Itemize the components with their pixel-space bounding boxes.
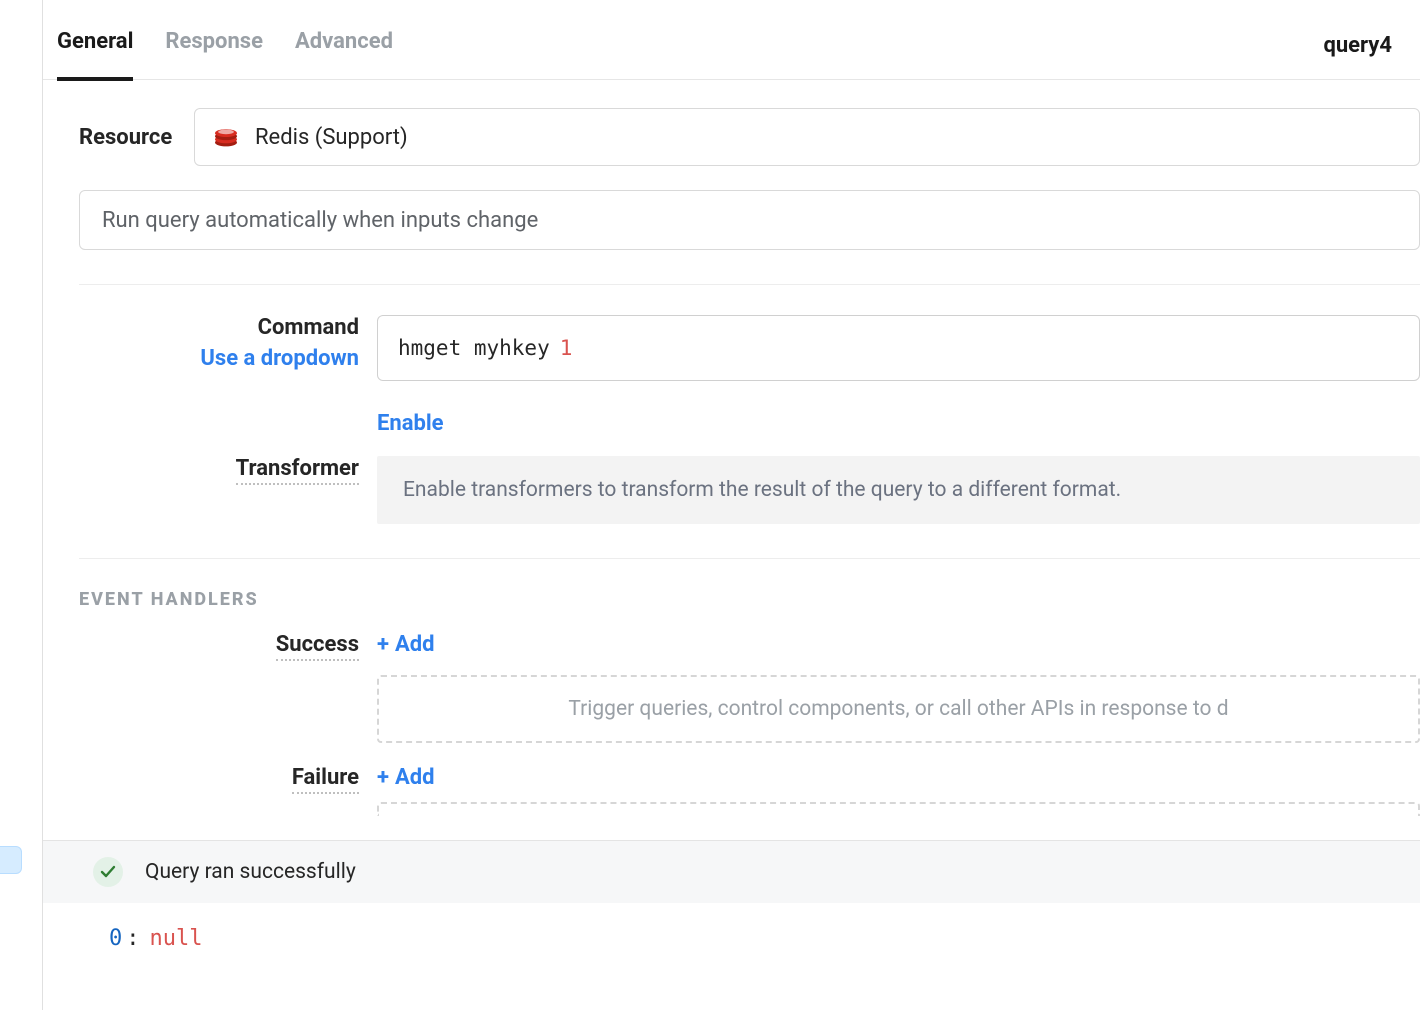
- success-row: Success + Add Trigger queries, control c…: [79, 632, 1420, 743]
- failure-row: Failure + Add: [79, 765, 1420, 816]
- command-arg: 1: [560, 336, 573, 360]
- failure-add-button[interactable]: + Add: [377, 765, 435, 790]
- failure-add-label: Add: [395, 765, 435, 790]
- command-row: Command Use a dropdown hmget myhkey 1: [79, 315, 1420, 381]
- status-message: Query ran successfully: [145, 860, 356, 884]
- run-mode-select[interactable]: Run query automatically when inputs chan…: [79, 190, 1420, 250]
- result-index: 0: [109, 926, 122, 951]
- query-name[interactable]: query4: [1323, 33, 1398, 58]
- tab-bar: General Response Advanced query4: [43, 0, 1420, 80]
- event-handlers-title: Event Handlers: [79, 589, 1420, 610]
- transformer-help: Enable transformers to transform the res…: [377, 456, 1420, 524]
- result-output: 0: null: [43, 910, 1420, 951]
- result-colon: :: [122, 926, 143, 951]
- transformer-label: Transformer: [236, 456, 359, 485]
- transformer-row: Transformer Enable Enable transformers t…: [79, 411, 1420, 524]
- failure-label: Failure: [292, 765, 359, 794]
- command-text: hmget myhkey: [398, 336, 550, 360]
- left-edge-tag: [0, 846, 22, 874]
- divider: [79, 284, 1420, 285]
- general-content: Resource Redis (: [43, 80, 1420, 816]
- transformer-enable-link[interactable]: Enable: [377, 411, 444, 436]
- tab-response[interactable]: Response: [165, 11, 279, 80]
- redis-icon: [213, 126, 239, 148]
- command-input[interactable]: hmget myhkey 1: [377, 315, 1420, 381]
- success-add-label: Add: [395, 632, 435, 657]
- command-label: Command: [79, 315, 359, 340]
- tab-advanced[interactable]: Advanced: [295, 11, 409, 80]
- failure-placeholder-stub: [377, 802, 1420, 816]
- check-icon: [93, 857, 123, 887]
- success-placeholder-text: Trigger queries, control components, or …: [568, 697, 1228, 721]
- plus-icon: +: [377, 765, 389, 790]
- use-dropdown-link[interactable]: Use a dropdown: [79, 346, 359, 371]
- success-label: Success: [276, 632, 359, 661]
- resource-label: Resource: [79, 125, 194, 150]
- success-add-button[interactable]: + Add: [377, 632, 435, 657]
- success-placeholder: Trigger queries, control components, or …: [377, 675, 1420, 743]
- status-bar: Query ran successfully: [43, 840, 1420, 903]
- run-mode-value: Run query automatically when inputs chan…: [102, 208, 538, 233]
- resource-row: Resource Redis (: [79, 108, 1420, 166]
- resource-select[interactable]: Redis (Support): [194, 108, 1420, 166]
- plus-icon: +: [377, 632, 389, 657]
- tab-general[interactable]: General: [57, 11, 149, 80]
- result-value: null: [150, 926, 203, 951]
- resource-selected-value: Redis (Support): [255, 125, 408, 150]
- divider-2: [79, 558, 1420, 559]
- query-editor-panel: General Response Advanced query4 Resourc…: [42, 0, 1420, 1010]
